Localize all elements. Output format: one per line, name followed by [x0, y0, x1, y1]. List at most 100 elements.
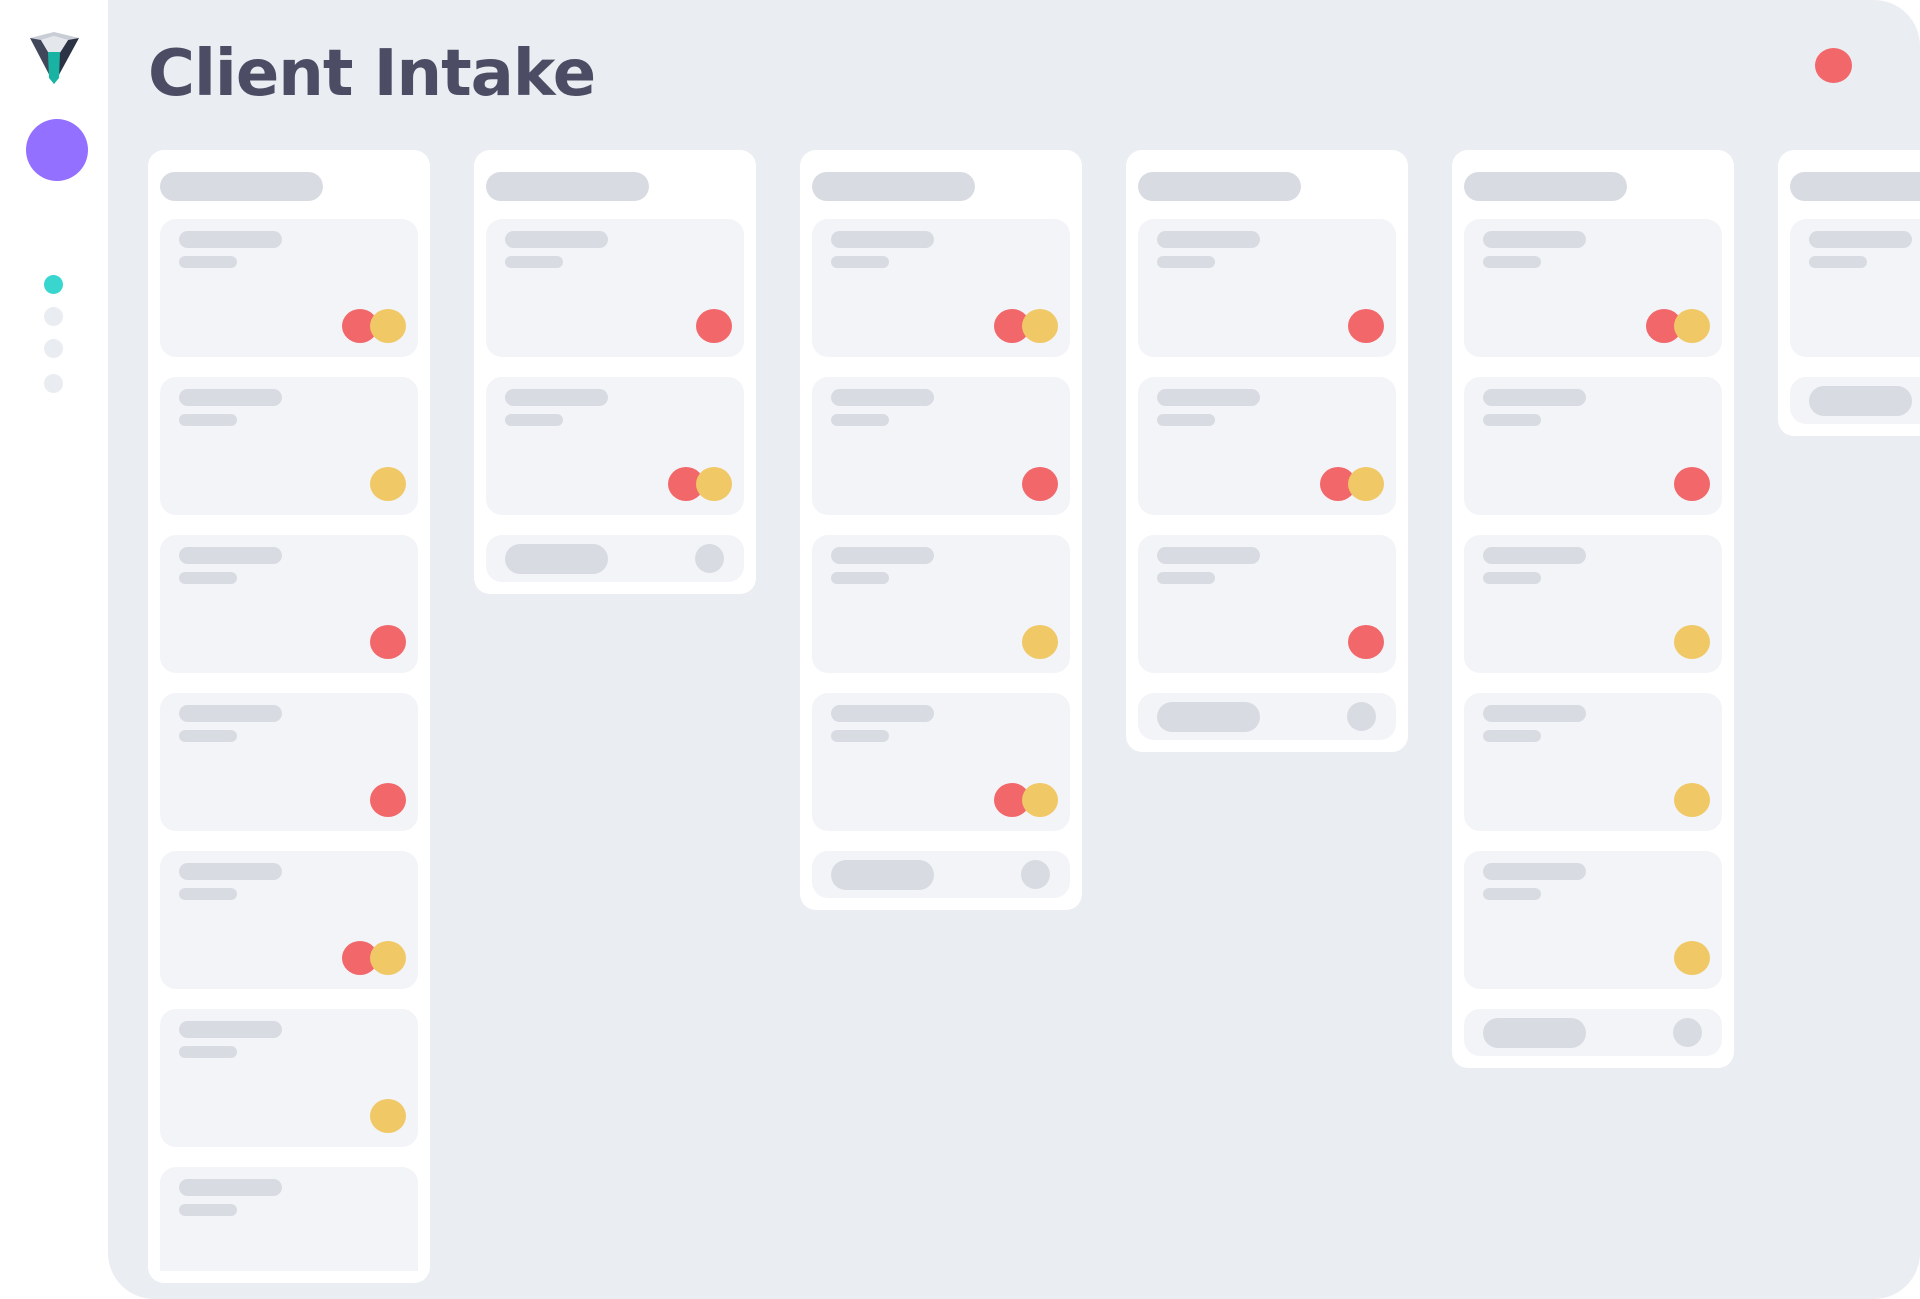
- avatar[interactable]: [26, 119, 88, 181]
- task-card[interactable]: [1138, 535, 1396, 673]
- task-card[interactable]: [812, 377, 1070, 515]
- task-card[interactable]: [1464, 377, 1722, 515]
- card-title-placeholder: [505, 231, 608, 248]
- assignee-red-avatar: [370, 625, 406, 659]
- nav-dot-3[interactable]: [44, 339, 63, 358]
- card-subtitle-placeholder: [1157, 256, 1215, 268]
- card-title-placeholder: [1483, 547, 1586, 564]
- assignee-red-avatar: [1348, 309, 1384, 343]
- card-title-placeholder: [1809, 231, 1912, 248]
- card-title-placeholder: [1483, 863, 1586, 880]
- card-title-placeholder: [179, 1179, 282, 1196]
- card-subtitle-placeholder: [1483, 414, 1541, 426]
- assignee-yellow-avatar: [1022, 783, 1058, 817]
- add-card-icon: [1673, 1018, 1702, 1047]
- add-card-label-placeholder: [505, 544, 608, 574]
- task-card[interactable]: [1790, 219, 1920, 357]
- sidebar: [0, 0, 108, 1299]
- task-card[interactable]: [1464, 851, 1722, 989]
- task-card[interactable]: [812, 219, 1070, 357]
- card-subtitle-placeholder: [505, 256, 563, 268]
- card-subtitle-placeholder: [179, 888, 237, 900]
- add-card-label-placeholder: [1157, 702, 1260, 732]
- card-subtitle-placeholder: [179, 572, 237, 584]
- task-card[interactable]: [486, 377, 744, 515]
- nav-dot-1[interactable]: [44, 275, 63, 294]
- assignee-yellow-avatar: [370, 309, 406, 343]
- task-card[interactable]: [1464, 693, 1722, 831]
- nav-dot-2[interactable]: [44, 307, 63, 326]
- add-card-icon: [1021, 860, 1050, 889]
- card-subtitle-placeholder: [1157, 414, 1215, 426]
- task-card[interactable]: [160, 219, 418, 357]
- card-subtitle-placeholder: [1157, 572, 1215, 584]
- task-card[interactable]: [1464, 219, 1722, 357]
- card-subtitle-placeholder: [179, 1046, 237, 1058]
- task-card[interactable]: [1138, 377, 1396, 515]
- assignee-red-avatar: [696, 309, 732, 343]
- assignee-red-avatar: [370, 783, 406, 817]
- card-subtitle-placeholder: [1809, 256, 1867, 268]
- notification-dot-icon[interactable]: [1815, 48, 1852, 83]
- card-title-placeholder: [179, 1021, 282, 1038]
- card-title-placeholder: [1483, 389, 1586, 406]
- card-subtitle-placeholder: [1483, 256, 1541, 268]
- column-header-placeholder: [1464, 172, 1627, 201]
- card-title-placeholder: [179, 547, 282, 564]
- task-card[interactable]: [160, 693, 418, 831]
- assignee-yellow-avatar: [370, 941, 406, 975]
- card-title-placeholder: [831, 389, 934, 406]
- task-card[interactable]: [812, 535, 1070, 673]
- task-card[interactable]: [486, 219, 744, 357]
- assignee-yellow-avatar: [696, 467, 732, 501]
- add-card-button[interactable]: [812, 851, 1070, 898]
- assignee-yellow-avatar: [1674, 625, 1710, 659]
- task-card[interactable]: [1138, 219, 1396, 357]
- add-card-icon: [1347, 702, 1376, 731]
- card-title-placeholder: [1483, 705, 1586, 722]
- card-title-placeholder: [831, 231, 934, 248]
- nav-dot-4[interactable]: [44, 374, 63, 393]
- board-column: [148, 150, 430, 1283]
- add-card-button[interactable]: [1790, 377, 1920, 424]
- task-card[interactable]: [1464, 535, 1722, 673]
- column-header-placeholder: [1790, 172, 1920, 201]
- add-card-label-placeholder: [831, 860, 934, 890]
- card-subtitle-placeholder: [179, 1204, 237, 1216]
- assignee-red-avatar: [1348, 625, 1384, 659]
- task-card[interactable]: [160, 535, 418, 673]
- board-column: [1126, 150, 1408, 752]
- page-title: Client Intake: [148, 37, 596, 111]
- assignee-red-avatar: [1674, 467, 1710, 501]
- card-title-placeholder: [505, 389, 608, 406]
- card-subtitle-placeholder: [179, 730, 237, 742]
- card-title-placeholder: [831, 547, 934, 564]
- column-header-placeholder: [486, 172, 649, 201]
- assignee-yellow-avatar: [1022, 309, 1058, 343]
- card-subtitle-placeholder: [1483, 572, 1541, 584]
- assignee-yellow-avatar: [1348, 467, 1384, 501]
- card-subtitle-placeholder: [1483, 888, 1541, 900]
- card-title-placeholder: [1157, 231, 1260, 248]
- task-card[interactable]: [160, 1167, 418, 1271]
- board-column: [474, 150, 756, 594]
- card-title-placeholder: [1157, 389, 1260, 406]
- column-header-placeholder: [812, 172, 975, 201]
- add-card-button[interactable]: [1138, 693, 1396, 740]
- main-board-area: Client Intake: [108, 0, 1920, 1299]
- add-card-button[interactable]: [1464, 1009, 1722, 1056]
- add-card-button[interactable]: [486, 535, 744, 582]
- shield-logo-icon[interactable]: [30, 32, 79, 84]
- card-title-placeholder: [179, 231, 282, 248]
- card-subtitle-placeholder: [179, 256, 237, 268]
- task-card[interactable]: [160, 377, 418, 515]
- task-card[interactable]: [812, 693, 1070, 831]
- task-card[interactable]: [160, 1009, 418, 1147]
- task-card[interactable]: [160, 851, 418, 989]
- card-title-placeholder: [179, 863, 282, 880]
- add-card-label-placeholder: [1809, 386, 1912, 416]
- app-frame: Client Intake: [0, 0, 1920, 1299]
- column-header-placeholder: [1138, 172, 1301, 201]
- card-subtitle-placeholder: [831, 730, 889, 742]
- card-subtitle-placeholder: [831, 256, 889, 268]
